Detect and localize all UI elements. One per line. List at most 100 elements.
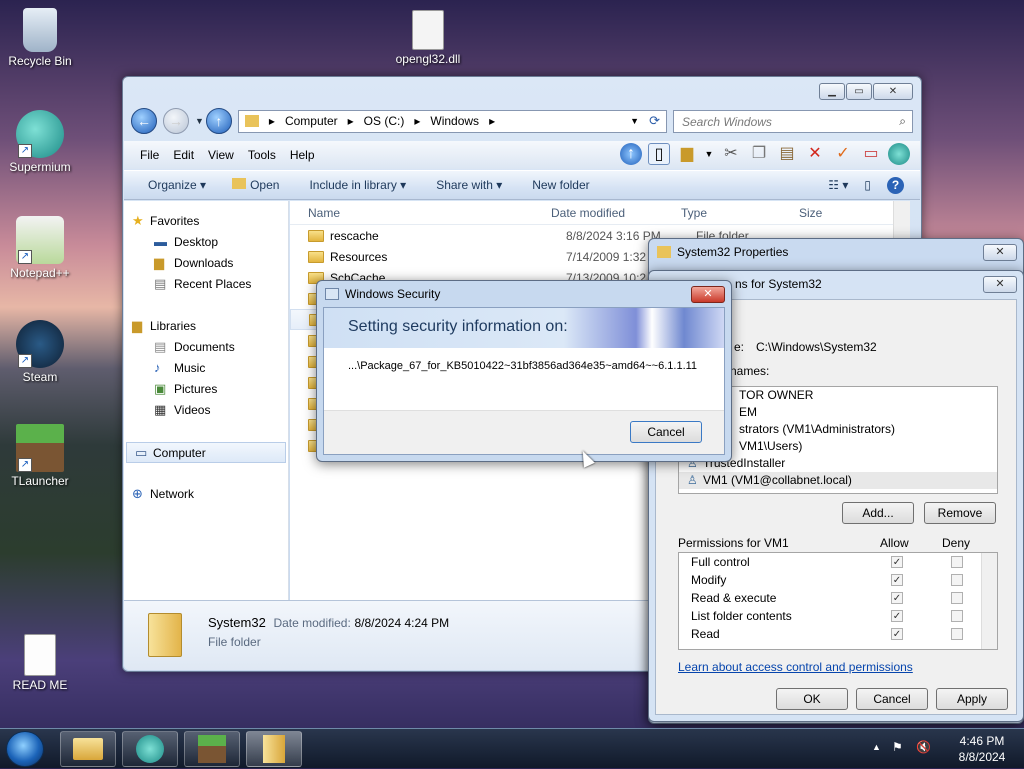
desktop-icon-supermium[interactable]: ↗ Supermium	[0, 110, 80, 174]
paste-icon[interactable]: ▤	[776, 143, 798, 165]
checkmark-icon[interactable]: ✓	[832, 143, 854, 165]
add-button[interactable]: Add...	[842, 502, 914, 524]
breadcrumb-separator-icon[interactable]: ▸	[414, 114, 420, 128]
address-bar[interactable]: ▸ Computer ▸ OS (C:) ▸ Windows ▸ ▼ ⟳	[237, 109, 667, 133]
organize-button[interactable]: Organize ▾	[148, 178, 206, 192]
preview-pane-icon[interactable]: ▯	[648, 143, 670, 165]
delete-icon[interactable]: ✕	[804, 143, 826, 165]
nav-computer[interactable]: ▭ Computer	[126, 442, 286, 463]
cancel-button[interactable]: Cancel	[856, 688, 928, 710]
forward-button[interactable]: →	[163, 108, 189, 134]
nav-label: Libraries	[150, 319, 197, 333]
supermium-icon: ↗	[16, 110, 64, 158]
open-button[interactable]: Open	[232, 178, 279, 192]
folder-check-icon[interactable]: ▆	[676, 143, 698, 165]
allow-checkbox[interactable]: ✓	[891, 610, 903, 622]
nav-pictures[interactable]: ▣ Pictures	[124, 379, 288, 400]
breadcrumb-separator-icon[interactable]: ▸	[489, 114, 495, 128]
menu-file[interactable]: File	[140, 148, 159, 162]
allow-checkbox[interactable]: ✓	[891, 592, 903, 604]
desktop-icon-recycle-bin[interactable]: Recycle Bin	[0, 8, 80, 68]
show-hidden-icons-icon[interactable]: ▲	[872, 742, 881, 752]
column-date-modified[interactable]: Date modified	[551, 206, 671, 220]
view-options-icon[interactable]: ☷ ▾	[828, 178, 848, 192]
nav-recent-places[interactable]: ▤ Recent Places	[124, 274, 288, 295]
supermium-toolbar-icon[interactable]	[888, 143, 910, 165]
dropdown-icon[interactable]: ▼	[704, 143, 714, 165]
taskbar-tlauncher-button[interactable]	[184, 731, 240, 767]
apply-button[interactable]: Apply	[936, 688, 1008, 710]
column-type[interactable]: Type	[671, 206, 791, 220]
deny-checkbox[interactable]	[951, 592, 963, 604]
maximize-button[interactable]: ▭	[846, 83, 872, 100]
allow-checkbox[interactable]: ✓	[891, 556, 903, 568]
deny-checkbox[interactable]	[951, 628, 963, 640]
menu-edit[interactable]: Edit	[173, 148, 194, 162]
pictures-icon: ▣	[154, 381, 167, 396]
menu-view[interactable]: View	[208, 148, 234, 162]
breadcrumb-windows[interactable]: Windows	[430, 114, 479, 128]
help-icon[interactable]: ?	[887, 176, 904, 194]
allow-checkbox[interactable]: ✓	[891, 574, 903, 586]
menu-help[interactable]: Help	[290, 148, 315, 162]
menu-tools[interactable]: Tools	[248, 148, 276, 162]
clock[interactable]: 4:46 PM 8/8/2024	[946, 733, 1018, 765]
refresh-icon[interactable]: ⟳	[649, 113, 660, 129]
tlauncher-icon: ↗	[16, 424, 64, 472]
back-button[interactable]: ←	[131, 108, 157, 134]
breadcrumb-drive[interactable]: OS (C:)	[364, 114, 405, 128]
include-in-library-button[interactable]: Include in library ▾	[309, 178, 406, 192]
breadcrumb-computer[interactable]: Computer	[285, 114, 338, 128]
cut-icon[interactable]: ✂	[720, 143, 742, 165]
permission-name: List folder contents	[691, 609, 792, 623]
nav-downloads[interactable]: ▆ Downloads	[124, 253, 288, 274]
column-size[interactable]: Size	[791, 206, 871, 220]
properties-close-button[interactable]: ✕	[983, 244, 1017, 261]
up-button[interactable]: ↑	[205, 108, 232, 134]
desktop-icon-tlauncher[interactable]: ↗ TLauncher	[0, 424, 80, 488]
nav-videos[interactable]: ▦ Videos	[124, 400, 288, 421]
security-cancel-button[interactable]: Cancel	[630, 421, 702, 443]
start-button[interactable]	[6, 731, 44, 767]
desktop-icon-steam[interactable]: ↗ Steam	[0, 320, 80, 384]
nav-desktop[interactable]: ▬ Desktop	[124, 232, 288, 253]
group-row[interactable]: ♙ VM1 (VM1@collabnet.local)	[679, 472, 997, 489]
allow-checkbox[interactable]: ✓	[891, 628, 903, 640]
taskbar-supermium-button[interactable]	[122, 731, 178, 767]
permissions-scrollbar[interactable]	[981, 553, 997, 649]
copy-icon[interactable]: ❐	[748, 143, 770, 165]
desktop-icon-notepadpp[interactable]: ↗ Notepad++	[0, 216, 80, 280]
address-dropdown-icon[interactable]: ▼	[630, 116, 639, 126]
nav-favorites[interactable]: ★ Favorites	[124, 211, 288, 232]
action-center-icon[interactable]: ⚑	[892, 740, 903, 754]
taskbar-explorer-button[interactable]	[60, 731, 116, 767]
properties-icon[interactable]: ▭	[860, 143, 882, 165]
taskbar-folder-button[interactable]	[246, 731, 302, 767]
recent-pages-dropdown-icon[interactable]: ▼	[195, 116, 204, 126]
permissions-close-button[interactable]: ✕	[983, 276, 1017, 293]
preview-pane-toggle-icon[interactable]: ▯	[864, 178, 871, 192]
desktop-icon-opengl32[interactable]: opengl32.dll	[388, 10, 468, 66]
nav-documents[interactable]: ▤ Documents	[124, 337, 288, 358]
security-close-button[interactable]: ✕	[691, 286, 725, 303]
search-input[interactable]: Search Windows ⌕	[673, 109, 913, 133]
remove-button[interactable]: Remove	[924, 502, 996, 524]
ok-button[interactable]: OK	[776, 688, 848, 710]
learn-access-control-link[interactable]: Learn about access control and permissio…	[678, 660, 913, 674]
share-with-button[interactable]: Share with ▾	[436, 178, 502, 192]
deny-checkbox[interactable]	[951, 610, 963, 622]
desktop-icon-label: Supermium	[9, 160, 71, 174]
up-arrow-icon[interactable]: ↑	[620, 143, 642, 165]
desktop-icon-readme[interactable]: READ ME	[0, 634, 80, 692]
nav-libraries[interactable]: ▆ Libraries	[124, 316, 288, 337]
deny-checkbox[interactable]	[951, 574, 963, 586]
nav-music[interactable]: ♪ Music	[124, 358, 288, 379]
deny-checkbox[interactable]	[951, 556, 963, 568]
breadcrumb-separator-icon[interactable]: ▸	[348, 114, 354, 128]
minimize-button[interactable]: ▁	[819, 83, 845, 100]
column-name[interactable]: Name	[290, 206, 551, 220]
volume-muted-icon[interactable]: 🔇	[916, 740, 931, 754]
nav-network[interactable]: ⊕ Network	[124, 484, 288, 505]
close-button[interactable]: ✕	[873, 83, 913, 100]
new-folder-button[interactable]: New folder	[532, 178, 589, 192]
